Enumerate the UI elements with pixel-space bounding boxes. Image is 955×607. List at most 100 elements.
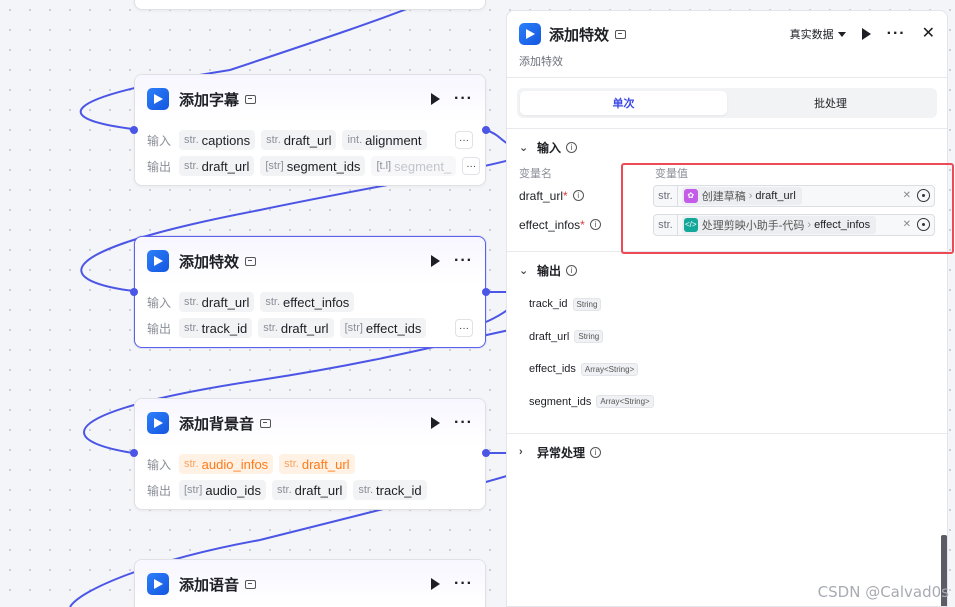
node-header: 添加背景音 ··· — [135, 399, 485, 447]
node-output-row: 输出 str. draft_url [str] segment_ids [t.l] s… — [135, 153, 485, 179]
node-output-row: 输出 str. track_id str. draft_url [str] effec… — [135, 315, 485, 341]
variable-name: effect_infos * i — [519, 218, 653, 232]
more-params-button[interactable]: ··· — [462, 157, 481, 175]
panel-subtitle: 添加特效 — [519, 56, 563, 68]
panel-title: 添加特效 — [549, 26, 610, 44]
data-mode-dropdown[interactable]: 真实数据 — [790, 26, 846, 42]
node-header: 添加字幕 ··· — [135, 75, 485, 123]
more-icon[interactable]: ··· — [454, 253, 473, 269]
watermark: CSDN @Calvad0s — [817, 583, 949, 601]
info-icon[interactable]: i — [590, 446, 602, 458]
info-icon[interactable]: i — [589, 219, 601, 230]
panel-header: 添加特效 真实数据 ··· ✕ 添加特效 — [507, 11, 947, 77]
type-tag: Array<String> — [580, 362, 639, 376]
run-icon[interactable] — [431, 417, 441, 429]
pin-icon[interactable] — [245, 94, 257, 104]
param-chip: str. captions — [179, 130, 256, 150]
info-icon[interactable]: i — [572, 190, 584, 201]
more-icon[interactable]: ··· — [454, 415, 473, 431]
workflow-canvas[interactable]: 添加字幕 ··· 输入 str. captions str. draft_url i… — [0, 0, 510, 607]
input-port[interactable] — [130, 288, 138, 296]
run-icon[interactable] — [861, 28, 871, 40]
output-label: 输出 — [147, 321, 172, 336]
clear-icon[interactable]: ✕ — [903, 190, 911, 201]
type-tag: String — [572, 297, 602, 311]
output-variable: track_id String — [507, 288, 947, 321]
info-icon[interactable]: i — [566, 264, 578, 276]
type-tag: String — [574, 330, 604, 344]
variable-value-field[interactable]: str. </> 处理剪映小助手-代码 › effect_infos ✕ — [653, 213, 935, 236]
run-mode-tabs: 单次 批处理 — [517, 88, 937, 118]
source-node-icon: ✿ — [683, 188, 698, 203]
node-add-subtitle[interactable]: 添加字幕 ··· 输入 str. captions str. draft_url i… — [134, 74, 486, 186]
param-chip: int. alignment — [342, 130, 427, 150]
param-chip-warning: str. draft_url — [279, 454, 355, 474]
node-partial-top[interactable] — [134, 0, 486, 10]
param-chip: str. track_id — [179, 318, 253, 338]
app-icon — [147, 412, 169, 434]
chevron-right-icon: › — [519, 446, 523, 458]
output-section-header[interactable]: ⌄ 输出 i — [507, 252, 947, 288]
more-icon[interactable]: ··· — [454, 91, 473, 107]
node-add-voice[interactable]: 添加语音 ··· — [134, 559, 486, 607]
param-chip: str. track_id — [353, 480, 427, 500]
reference-picker-icon[interactable] — [917, 189, 930, 202]
col-name-header: 变量名 — [519, 168, 552, 180]
output-label: 输出 — [147, 159, 172, 174]
input-section-header[interactable]: ⌄ 输入 i — [507, 129, 947, 165]
input-label: 输入 — [147, 295, 172, 310]
node-add-effect[interactable]: 添加特效 ··· 输入 str. draft_url str. effect_inf… — [134, 236, 486, 348]
close-icon[interactable]: ✕ — [922, 26, 935, 42]
node-input-row: 输入 str. captions str. draft_url int. alignm… — [135, 127, 485, 153]
input-label: 输入 — [147, 457, 172, 472]
param-chip: str. draft_url — [258, 318, 334, 338]
code-node-icon: </> — [683, 217, 698, 232]
output-port[interactable] — [482, 288, 490, 296]
node-title: 添加字幕 — [179, 91, 240, 109]
variable-row: draft_url * i str. ✿ 创建草稿 › draft_url ✕ — [507, 181, 947, 210]
info-icon[interactable]: i — [566, 141, 578, 153]
variable-row: effect_infos * i str. </> 处理剪映小助手-代码 › effec… — [507, 210, 947, 239]
output-variable: draft_url String — [507, 321, 947, 354]
output-variable: segment_ids Array<String> — [507, 386, 947, 419]
param-chip: str. draft_url — [179, 156, 255, 176]
param-chip: str. draft_url — [261, 130, 337, 150]
more-icon[interactable]: ··· — [454, 576, 473, 592]
col-value-header: 变量值 — [655, 168, 688, 180]
run-icon[interactable] — [431, 93, 441, 105]
variable-reference-chip[interactable]: </> 处理剪映小助手-代码 › effect_infos — [681, 215, 877, 234]
run-icon[interactable] — [431, 578, 441, 590]
variable-value-field[interactable]: str. ✿ 创建草稿 › draft_url ✕ — [653, 184, 935, 207]
node-title: 添加特效 — [179, 253, 240, 271]
node-title: 添加语音 — [179, 576, 240, 594]
param-chip: [str] audio_ids — [179, 480, 266, 500]
output-port[interactable] — [482, 126, 490, 134]
input-port[interactable] — [130, 126, 138, 134]
pin-icon[interactable] — [245, 579, 257, 589]
more-icon[interactable]: ··· — [887, 26, 906, 42]
app-icon — [147, 250, 169, 272]
node-add-bgm[interactable]: 添加背景音 ··· 输入 str. audio_infos str. draft_u… — [134, 398, 486, 510]
output-port[interactable] — [482, 449, 490, 457]
tab-single[interactable]: 单次 — [520, 91, 727, 115]
error-handling-section-header[interactable]: › 异常处理 i — [507, 434, 947, 470]
param-chip-warning: str. audio_infos — [179, 454, 274, 474]
param-chip: [t.l] segment_ — [371, 156, 457, 176]
pin-icon[interactable] — [615, 29, 627, 39]
type-tag: Array<String> — [596, 395, 654, 409]
run-icon[interactable] — [431, 255, 441, 267]
clear-icon[interactable]: ✕ — [903, 219, 911, 230]
tab-batch[interactable]: 批处理 — [727, 91, 934, 115]
param-chip: str. draft_url — [179, 292, 255, 312]
pin-icon[interactable] — [245, 256, 257, 266]
chevron-down-icon: ⌄ — [519, 141, 529, 154]
param-chip: [str] segment_ids — [260, 156, 366, 176]
caret-down-icon — [837, 31, 846, 37]
more-params-button[interactable]: ··· — [455, 319, 473, 337]
reference-picker-icon[interactable] — [917, 218, 930, 231]
input-port[interactable] — [130, 449, 138, 457]
variable-reference-chip[interactable]: ✿ 创建草稿 › draft_url — [681, 186, 802, 205]
more-params-button[interactable]: ··· — [455, 131, 473, 149]
node-config-panel: 添加特效 真实数据 ··· ✕ 添加特效 单次 批处理 ⌄ 输入 i 变量名 变… — [506, 10, 948, 607]
pin-icon[interactable] — [260, 418, 272, 428]
